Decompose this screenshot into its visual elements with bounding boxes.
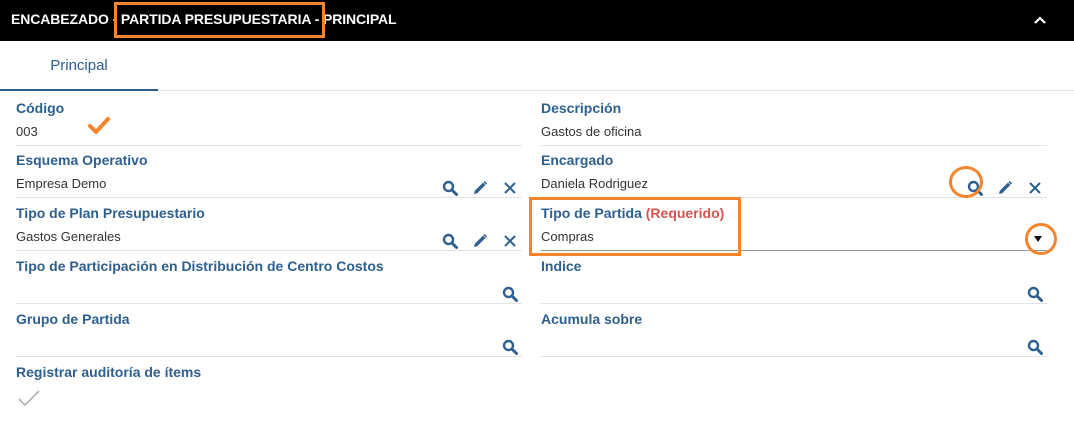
tipo-participacion-label: Tipo de Participación en Distribución de… [16,258,384,274]
tipo-plan-value[interactable]: Gastos Generales [16,229,121,244]
tipo-plan-edit-button[interactable] [470,231,490,251]
clear-icon [504,182,516,194]
encargado-value[interactable]: Daniela Rodriguez [541,176,648,191]
checkmark-icon [18,390,40,407]
grupo-label: Grupo de Partida [16,311,130,327]
search-icon [502,339,518,355]
section-header: ENCABEZADO - PARTIDA PRESUPUESTARIA - PR… [0,0,1074,41]
encargado-label: Encargado [541,152,614,168]
field-tipo-plan: Tipo de Plan Presupuestario Gastos Gener… [16,205,522,257]
search-icon [967,180,983,196]
codigo-label: Código [16,100,65,116]
encargado-clear-button[interactable] [1025,178,1045,198]
field-esquema: Esquema Operativo Empresa Demo [16,152,522,204]
descripcion-value[interactable]: Gastos de oficina [541,124,641,139]
search-icon [502,286,518,302]
encargado-edit-button[interactable] [995,178,1015,198]
auditoria-label: Registrar auditoría de ítems [16,364,202,380]
field-indice: Indice [541,258,1047,310]
grupo-underline [16,356,522,357]
chevron-up-icon [1034,16,1046,24]
tipo-plan-label: Tipo de Plan Presupuestario [16,205,205,221]
field-encargado: Encargado Daniela Rodriguez [541,152,1047,204]
dropdown-icon [1034,236,1042,242]
collapse-button[interactable] [1030,10,1050,30]
tab-bar: Principal [0,41,1074,91]
descripcion-underline [541,145,1047,146]
codigo-value[interactable]: 003 [16,124,38,139]
acumula-label: Acumula sobre [541,311,643,327]
grupo-actions [490,337,520,357]
field-codigo: Código 003 [16,100,522,152]
edit-icon [999,181,1012,194]
esquema-value[interactable]: Empresa Demo [16,176,106,191]
tab-principal[interactable]: Principal [0,41,158,91]
tipo-partida-label: Tipo de Partida (Requerido) [541,205,724,221]
header-title-prefix: ENCABEZADO - [11,11,121,27]
esquema-label: Esquema Operativo [16,152,148,168]
esquema-search-button[interactable] [440,178,460,198]
tipo-partida-select[interactable]: Compras [541,229,594,244]
tipo-partida-dropdown-button[interactable] [1031,232,1045,246]
esquema-underline [16,197,522,198]
tipo-partida-label-text: Tipo de Partida [541,205,642,221]
tipo-plan-search-button[interactable] [440,231,460,251]
orange-check-icon [88,117,110,134]
search-icon [1027,339,1043,355]
edit-icon [474,181,487,194]
search-icon [1027,286,1043,302]
required-indicator: (Requerido) [645,205,725,221]
indice-label: Indice [541,258,582,274]
tipo-plan-clear-button[interactable] [500,231,520,251]
search-icon [442,180,458,196]
field-acumula: Acumula sobre [541,311,1047,363]
tipo-plan-actions [430,231,520,251]
indice-underline [541,303,1047,304]
codigo-underline [16,145,522,146]
encargado-search-button[interactable] [965,178,985,198]
acumula-search-button[interactable] [1025,337,1045,357]
header-title: ENCABEZADO - PARTIDA PRESUPUESTARIA - PR… [11,11,397,27]
edit-icon [474,234,487,247]
field-auditoria: Registrar auditoría de ítems [16,364,522,414]
esquema-clear-button[interactable] [500,178,520,198]
clear-icon [1029,182,1041,194]
esquema-edit-button[interactable] [470,178,490,198]
descripcion-label: Descripción [541,100,622,116]
indice-search-button[interactable] [1025,284,1045,304]
acumula-actions [1015,337,1045,357]
tipo-participacion-underline [16,303,522,304]
auditoria-checkbox[interactable] [16,388,42,408]
header-title-highlight: PARTIDA PRESUPUESTARIA - [120,11,320,27]
tipo-plan-underline [16,250,522,251]
field-grupo: Grupo de Partida [16,311,522,363]
field-descripcion: Descripción Gastos de oficina [541,100,1047,152]
grupo-search-button[interactable] [500,337,520,357]
tipo-partida-underline [541,250,1047,251]
tipo-participacion-search-button[interactable] [500,284,520,304]
clear-icon [504,235,516,247]
acumula-underline [541,356,1047,357]
indice-actions [1015,284,1045,304]
field-tipo-partida: Tipo de Partida (Requerido) Compras [541,205,1047,257]
encargado-actions [955,178,1045,198]
search-icon [442,233,458,249]
header-title-suffix: PRINCIPAL [319,11,397,27]
field-tipo-participacion: Tipo de Participación en Distribución de… [16,258,522,310]
esquema-actions [430,178,520,198]
encargado-underline [541,197,1047,198]
tipo-participacion-actions [490,284,520,304]
